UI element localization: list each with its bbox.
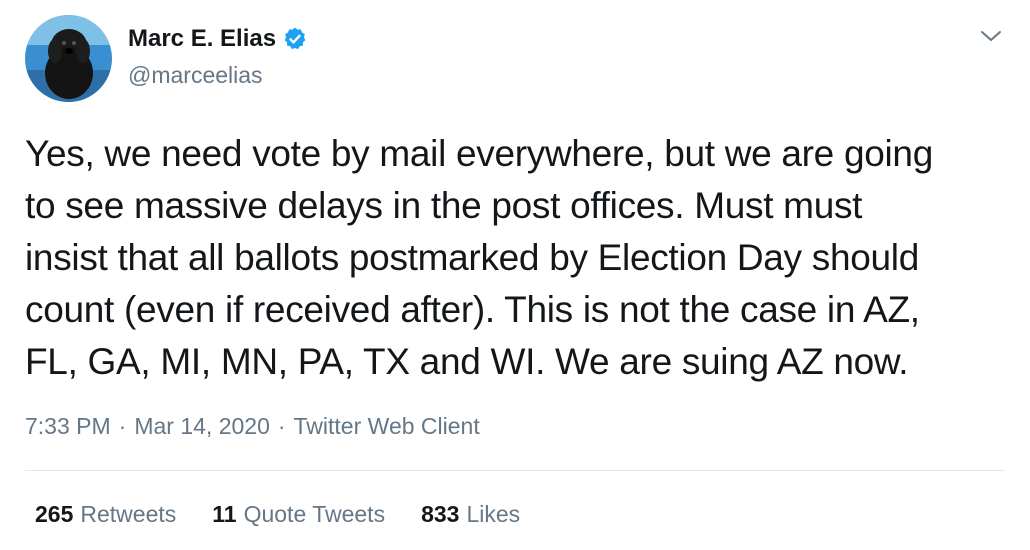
tweet-text: Yes, we need vote by mail everywhere, bu… (25, 128, 1005, 388)
retweets-count: 265 (35, 501, 74, 527)
tweet-client[interactable]: Twitter Web Client (294, 410, 480, 442)
author-name-row[interactable]: Marc E. Elias (128, 24, 308, 54)
likes-stat[interactable]: 833 Likes (421, 498, 520, 530)
tweet-text-line: FL, GA, MI, MN, PA, TX and WI. We are su… (25, 341, 909, 382)
tweet-stats: 265 Retweets 11 Quote Tweets 833 Likes (35, 498, 520, 530)
likes-count: 833 (421, 501, 460, 527)
tweet-text-line: insist that all ballots postmarked by El… (25, 237, 919, 278)
dog-avatar-icon (25, 15, 112, 102)
tweet-time[interactable]: 7:33 PM (25, 410, 111, 442)
tweet-meta: 7:33 PM · Mar 14, 2020 · Twitter Web Cli… (25, 410, 480, 442)
meta-separator: · (277, 413, 286, 439)
quote-tweets-stat[interactable]: 11 Quote Tweets (212, 498, 385, 530)
quote-tweets-label: Quote Tweets (243, 501, 386, 527)
tweet-menu-button[interactable] (978, 26, 1004, 46)
author-handle[interactable]: @marceelias (128, 61, 263, 89)
retweets-stat[interactable]: 265 Retweets (35, 498, 176, 530)
retweets-label: Retweets (80, 501, 177, 527)
verified-badge-icon (282, 26, 308, 52)
avatar[interactable] (25, 15, 112, 102)
tweet-text-line: count (even if received after). This is … (25, 289, 920, 330)
divider (25, 470, 1005, 471)
tweet-text-line: to see massive delays in the post office… (25, 185, 863, 226)
likes-label: Likes (466, 501, 521, 527)
quote-tweets-count: 11 (212, 501, 237, 527)
author-name[interactable]: Marc E. Elias (128, 24, 276, 54)
meta-separator: · (118, 413, 127, 439)
tweet-text-line: Yes, we need vote by mail everywhere, bu… (25, 133, 933, 174)
chevron-down-icon (981, 31, 1001, 41)
tweet-date[interactable]: Mar 14, 2020 (134, 410, 270, 442)
